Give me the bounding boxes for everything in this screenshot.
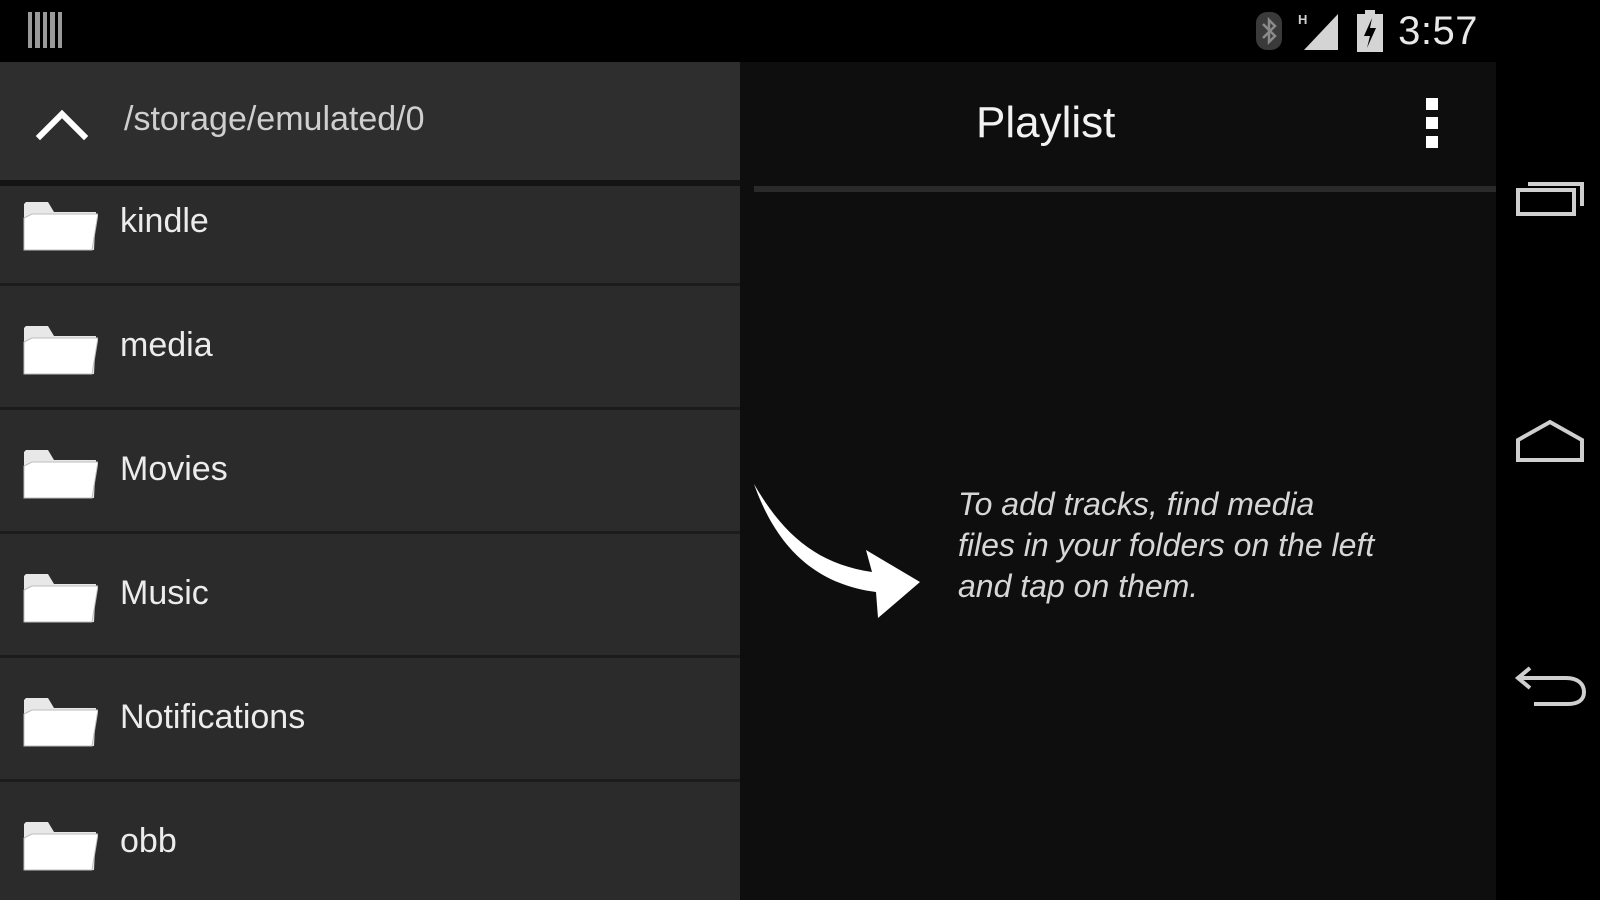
header-divider xyxy=(754,186,1496,192)
folder-label: Movies xyxy=(120,450,228,488)
back-button[interactable] xyxy=(1512,654,1588,714)
folder-label: Music xyxy=(120,574,209,612)
home-icon xyxy=(1516,419,1584,462)
status-bar: H 3:57 xyxy=(0,0,1496,62)
folder-list: kindle media Movies Music Notifications … xyxy=(0,186,740,900)
folder-label: media xyxy=(120,326,213,364)
folder-icon xyxy=(23,450,98,499)
folder-label: Notifications xyxy=(120,698,306,736)
folder-icon xyxy=(23,698,98,747)
empty-playlist-hint: To add tracks, find media files in your … xyxy=(958,486,1375,604)
back-icon xyxy=(1514,666,1587,706)
recent-apps-icon xyxy=(1516,182,1584,216)
folder-item[interactable]: Music xyxy=(0,534,740,658)
playlist-header: Playlist xyxy=(740,62,1496,186)
recent-apps-button[interactable] xyxy=(1512,168,1588,228)
folder-label: obb xyxy=(120,822,177,860)
folder-icon xyxy=(23,822,98,871)
bluetooth-icon xyxy=(1256,12,1283,50)
up-button[interactable] xyxy=(26,94,98,154)
folder-item[interactable]: kindle xyxy=(0,186,740,286)
folder-item[interactable]: Notifications xyxy=(0,658,740,782)
battery-charging-icon xyxy=(1357,10,1384,52)
folder-icon xyxy=(23,326,98,375)
current-path: /storage/emulated/0 xyxy=(124,100,425,138)
folder-icon xyxy=(23,202,98,251)
notification-bars-icon xyxy=(28,12,63,48)
folder-label: kindle xyxy=(120,202,209,240)
status-icons: H 3:57 xyxy=(1254,8,1478,54)
folder-icon xyxy=(23,574,98,623)
playlist-title: Playlist xyxy=(976,98,1116,147)
clock: 3:57 xyxy=(1398,8,1478,53)
curved-arrow-icon xyxy=(754,484,920,618)
screen: H 3:57 /storage/emulated/0 kindle media … xyxy=(0,0,1600,900)
folder-item[interactable]: obb xyxy=(0,782,740,900)
folder-item[interactable]: Movies xyxy=(0,410,740,534)
path-header: /storage/emulated/0 xyxy=(0,62,740,186)
overflow-menu-icon[interactable] xyxy=(1420,98,1444,154)
svg-text:H: H xyxy=(1298,12,1307,27)
home-button[interactable] xyxy=(1512,414,1588,474)
playlist-pane: Playlist To add tracks, find media files… xyxy=(740,62,1496,900)
chevron-up-icon xyxy=(35,109,89,141)
hspa-signal-icon: H xyxy=(1298,12,1339,50)
folder-browser: /storage/emulated/0 kindle media Movies … xyxy=(0,62,740,900)
folder-item[interactable]: media xyxy=(0,286,740,410)
navigation-bar xyxy=(1496,0,1600,900)
